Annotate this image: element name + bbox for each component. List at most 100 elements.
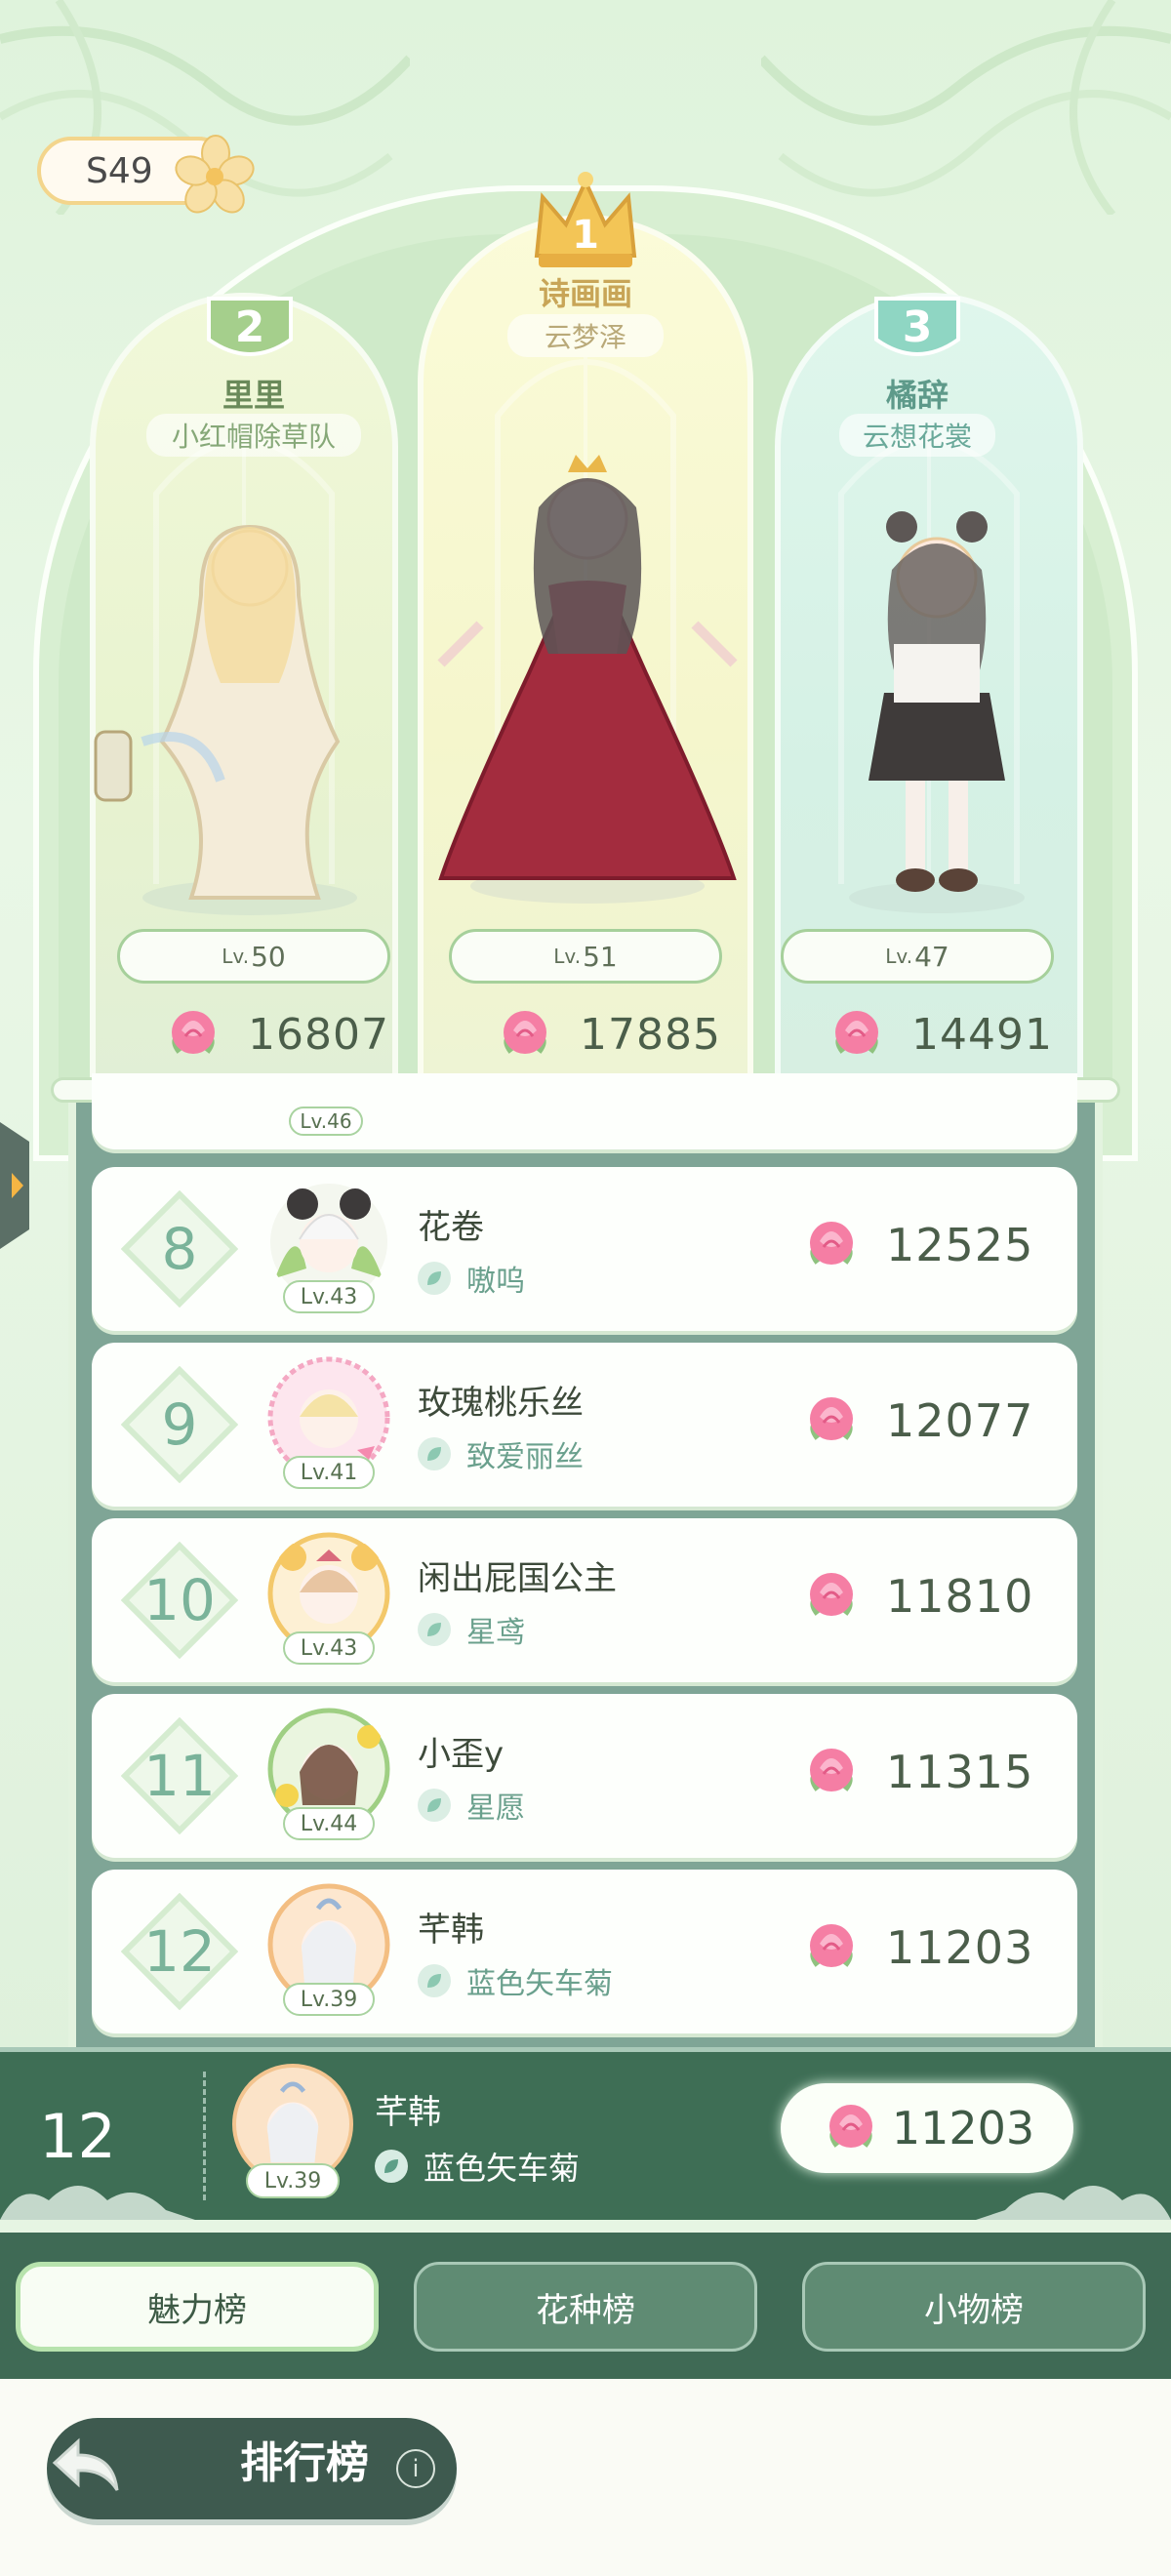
rank-1-level-pill: Lv. 51 bbox=[449, 929, 722, 984]
rank-number: 11 bbox=[143, 1743, 216, 1809]
level-prefix: Lv. bbox=[222, 945, 250, 968]
team-name: 星愿 bbox=[466, 1791, 525, 1826]
player-level: Lv.41 bbox=[283, 1456, 375, 1489]
list-item[interactable]: 10 Lv.43 闲出屁国公主 星鸢 11810 bbox=[92, 1518, 1077, 1682]
rank-1-player-name: 诗画画 bbox=[538, 275, 632, 312]
leaf-icon bbox=[418, 1789, 451, 1822]
rank-1-team-name: 云梦泽 bbox=[507, 314, 664, 357]
rose-icon bbox=[504, 1011, 546, 1054]
side-expand-arrow-icon[interactable] bbox=[0, 1122, 39, 1249]
rank-3-level-pill: Lv. 47 bbox=[781, 929, 1054, 984]
player-name: 玫瑰桃乐丝 bbox=[418, 1384, 584, 1423]
tab-charm-ranking[interactable]: 魅力榜 bbox=[16, 2262, 379, 2352]
rose-icon bbox=[828, 2105, 872, 2148]
list-item-partial[interactable]: Lv.46 bbox=[92, 1073, 1077, 1149]
my-rank-number: 12 bbox=[39, 2101, 116, 2172]
rose-icon bbox=[835, 1011, 878, 1054]
player-level: Lv.44 bbox=[283, 1807, 375, 1840]
leaf-icon bbox=[418, 1964, 451, 1997]
rank-number: 12 bbox=[143, 1918, 216, 1985]
player-score: 12525 bbox=[800, 1214, 1033, 1276]
list-item[interactable]: 12 Lv.39 芊韩 蓝色矢车菊 11203 bbox=[92, 1870, 1077, 2033]
rank-number: 8 bbox=[161, 1216, 198, 1282]
back-arrow-icon[interactable] bbox=[49, 2434, 123, 2496]
player-score: 12077 bbox=[800, 1389, 1033, 1452]
rank-2-team-name: 小红帽除草队 bbox=[146, 414, 361, 457]
lattice-decoration-right bbox=[761, 0, 1171, 215]
rank-2-shield-badge: 2 bbox=[207, 297, 293, 356]
rose-icon bbox=[810, 1397, 853, 1440]
rank-1-score: 17885 bbox=[494, 1003, 721, 1066]
score-value: 12077 bbox=[886, 1394, 1034, 1447]
page-title: 排行榜 bbox=[240, 2438, 369, 2488]
rose-icon bbox=[810, 1924, 853, 1967]
character-rank-2-avatar[interactable] bbox=[84, 488, 416, 917]
rank-3-level: 47 bbox=[914, 940, 949, 973]
team-info: 蓝色矢车菊 bbox=[418, 1959, 613, 2002]
tab-item-ranking[interactable]: 小物榜 bbox=[802, 2262, 1146, 2352]
my-score-pill: 11203 bbox=[781, 2083, 1073, 2173]
ranking-tabs: 魅力榜 花种榜 小物榜 bbox=[0, 2233, 1171, 2379]
rank-1-score-value: 17885 bbox=[580, 1009, 721, 1060]
my-rank-bar: 12 Lv.39 芊韩 蓝色矢车菊 11203 bbox=[0, 2047, 1171, 2220]
list-item[interactable]: 9 Lv.41 玫瑰桃乐丝 致爱丽丝 12077 bbox=[92, 1343, 1077, 1507]
divider bbox=[203, 2072, 206, 2200]
team-name: 星鸢 bbox=[466, 1616, 525, 1650]
leaf-icon bbox=[418, 1262, 451, 1295]
rank-2-score: 16807 bbox=[162, 1003, 389, 1066]
rank-1-number: 1 bbox=[572, 213, 599, 258]
team-name: 蓝色矢车菊 bbox=[466, 1967, 613, 2001]
season-label: S49 bbox=[86, 150, 153, 191]
player-level: Lv.39 bbox=[283, 1983, 375, 2016]
player-score: 11810 bbox=[800, 1565, 1033, 1628]
rose-icon bbox=[810, 1222, 853, 1265]
rank-2-level-pill: Lv. 50 bbox=[117, 929, 390, 984]
list-item[interactable]: 11 Lv.44 小歪y 星愿 11315 bbox=[92, 1694, 1077, 1858]
leaf-icon bbox=[375, 2150, 408, 2183]
my-level: Lv.39 bbox=[246, 2163, 340, 2198]
rank-number: 10 bbox=[143, 1567, 216, 1633]
level-prefix: Lv. bbox=[553, 945, 582, 968]
leaf-icon bbox=[418, 1437, 451, 1470]
player-name: 闲出屁国公主 bbox=[418, 1559, 617, 1598]
player-name: 花卷 bbox=[418, 1208, 484, 1247]
my-score-value: 11203 bbox=[891, 2102, 1035, 2154]
my-player-name: 芊韩 bbox=[375, 2093, 441, 2132]
rank-1-level: 51 bbox=[583, 940, 618, 973]
rank-number: 9 bbox=[161, 1391, 198, 1458]
rose-icon bbox=[810, 1749, 853, 1791]
team-info: 星鸢 bbox=[418, 1608, 525, 1651]
team-info: 嗷呜 bbox=[418, 1257, 525, 1300]
team-info: 星愿 bbox=[418, 1784, 525, 1827]
rank-3-player-name: 橘辞 bbox=[885, 377, 949, 414]
leaf-icon bbox=[418, 1613, 451, 1646]
player-score: 11315 bbox=[800, 1741, 1033, 1803]
character-rank-1-avatar[interactable] bbox=[422, 429, 753, 907]
score-value: 11315 bbox=[886, 1746, 1034, 1798]
rank-2-level: 50 bbox=[251, 940, 286, 973]
rose-icon bbox=[810, 1573, 853, 1616]
rank-2-number: 2 bbox=[235, 302, 265, 352]
my-team-name: 蓝色矢车菊 bbox=[424, 2150, 581, 2187]
score-value: 11203 bbox=[886, 1921, 1034, 1974]
info-icon[interactable]: i bbox=[396, 2449, 435, 2488]
character-rank-3-avatar[interactable] bbox=[800, 498, 1073, 917]
player-name: 小歪y bbox=[418, 1735, 505, 1774]
score-value: 12525 bbox=[886, 1219, 1034, 1271]
player-name: 芊韩 bbox=[418, 1911, 484, 1950]
list-item[interactable]: 8 Lv.43 花卷 嗷呜 12525 bbox=[92, 1167, 1077, 1331]
rank-2-score-value: 16807 bbox=[248, 1009, 389, 1060]
team-name: 致爱丽丝 bbox=[466, 1440, 584, 1474]
player-level: Lv.43 bbox=[283, 1280, 375, 1313]
tab-flower-ranking[interactable]: 花种榜 bbox=[414, 2262, 757, 2352]
crown-icon: 1 bbox=[534, 172, 637, 267]
level-prefix: Lv. bbox=[885, 945, 913, 968]
player-level: Lv.43 bbox=[283, 1631, 375, 1665]
rank-3-score: 14491 bbox=[826, 1003, 1053, 1066]
rank-3-shield-badge: 3 bbox=[874, 297, 960, 356]
rank-3-number: 3 bbox=[903, 302, 933, 352]
player-score: 11203 bbox=[800, 1916, 1033, 1979]
rose-icon bbox=[172, 1011, 215, 1054]
team-info: 致爱丽丝 bbox=[418, 1432, 584, 1475]
rank-2-player-name: 里里 bbox=[222, 377, 285, 414]
